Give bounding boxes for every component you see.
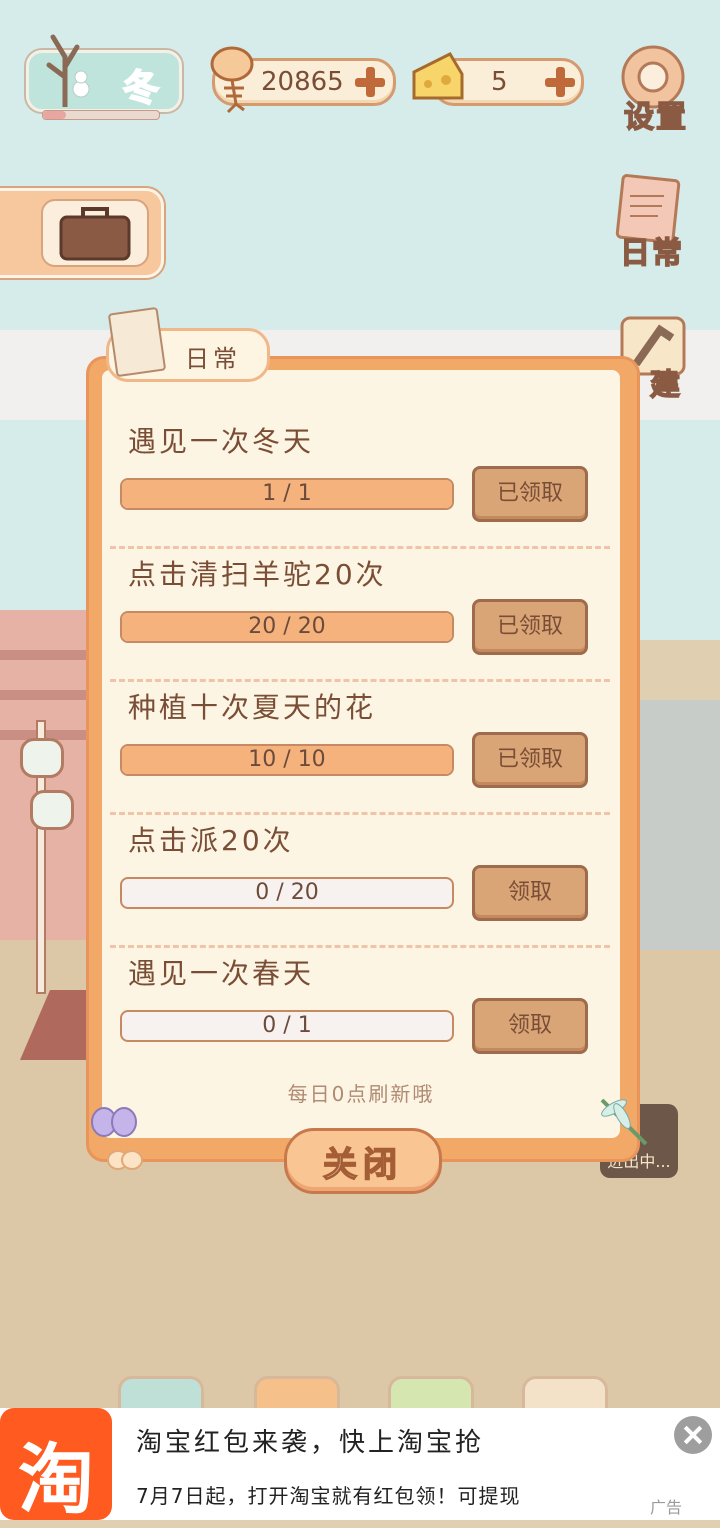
settings-label: 设置	[623, 99, 688, 136]
task-progress-text: 10 / 10	[248, 747, 326, 772]
task-title: 点击清扫羊驼20次	[128, 558, 387, 591]
claim-button[interactable]: 领取	[472, 865, 588, 921]
fish-count: 20865	[261, 67, 344, 97]
fish-bone-icon	[210, 46, 254, 114]
ad-tag: 广告	[650, 1498, 683, 1517]
task-progress-text: 0 / 1	[262, 1013, 312, 1038]
ad-banner[interactable]: 淘 淘宝红包来袭，快上淘宝抢 7月7日起，打开淘宝就有红包领！可提现 广告	[0, 1408, 720, 1524]
task-progress-bar: 0 / 20	[120, 877, 454, 909]
task-title: 遇见一次春天	[128, 957, 315, 990]
add-cheese-button[interactable]	[545, 67, 575, 97]
task-title: 遇见一次冬天	[128, 425, 315, 458]
task-divider	[110, 546, 610, 549]
refresh-note: 每日0点刷新哦	[287, 1082, 435, 1106]
butterfly-icon	[91, 1107, 143, 1170]
claim-button[interactable]: 领取	[472, 998, 588, 1054]
task-divider	[110, 679, 610, 682]
dragonfly-icon	[600, 1098, 648, 1146]
house-right	[640, 700, 720, 950]
winter-tree-icon	[46, 34, 90, 107]
close-button-label: 关闭	[322, 1144, 403, 1186]
task-progress-text: 20 / 20	[248, 614, 326, 639]
task-title: 种植十次夏天的花	[128, 691, 377, 724]
briefcase-icon	[59, 207, 131, 261]
claimed-button[interactable]: 已领取	[472, 466, 588, 522]
daily-button[interactable]: 日常	[612, 172, 686, 272]
note-paper-icon	[107, 306, 167, 378]
task-divider	[110, 812, 610, 815]
season-label: 冬	[122, 67, 160, 110]
marshmallow-icon	[30, 790, 74, 830]
marshmallow-icon	[20, 738, 64, 778]
season-indicator[interactable]: 冬	[26, 34, 182, 112]
daily-label: 日常	[619, 235, 684, 272]
dialog-tab-label: 日常	[185, 345, 241, 373]
cheese-icon	[412, 52, 464, 100]
task-progress-text: 0 / 20	[255, 880, 319, 905]
settings-button[interactable]: 设置	[616, 40, 690, 136]
task-progress-bar: 20 / 20	[120, 611, 454, 643]
task-progress-text: 1 / 1	[262, 481, 312, 506]
claimed-button[interactable]: 已领取	[472, 732, 588, 788]
cheese-count: 5	[491, 67, 508, 97]
task-progress-bar: 1 / 1	[120, 478, 454, 510]
ad-title: 淘宝红包来袭，快上淘宝抢	[136, 1428, 485, 1458]
ad-subtitle: 7月7日起，打开淘宝就有红包领！可提现	[136, 1484, 521, 1508]
task-progress-bar: 0 / 1	[120, 1010, 454, 1042]
task-divider	[110, 945, 610, 948]
claimed-button[interactable]: 已领取	[472, 599, 588, 655]
task-progress-bar: 10 / 10	[120, 744, 454, 776]
taobao-logo: 淘	[0, 1408, 112, 1524]
task-title: 点击派20次	[128, 824, 294, 857]
ad-close-icon[interactable]	[674, 1416, 712, 1454]
close-button[interactable]: 关闭	[284, 1128, 442, 1194]
add-fish-button[interactable]	[355, 67, 385, 97]
season-progress-bar	[42, 110, 160, 120]
inventory-tab[interactable]	[0, 188, 164, 278]
